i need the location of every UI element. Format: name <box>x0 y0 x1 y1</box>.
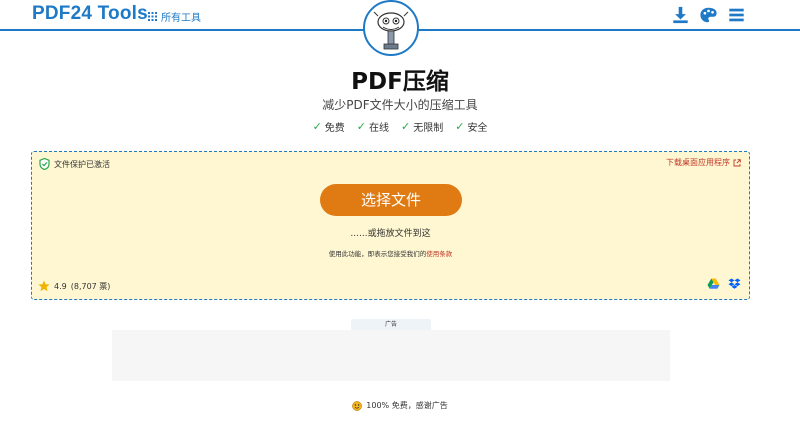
check-icon: ✓ <box>455 120 465 133</box>
check-icon: ✓ <box>401 120 411 133</box>
feature-item: ✓ 在线 <box>356 120 389 134</box>
menu-icon[interactable] <box>727 6 746 24</box>
page-subtitle: 减少PDF文件大小的压缩工具 <box>322 98 478 112</box>
grid-icon <box>148 12 157 21</box>
external-link-icon <box>733 158 741 166</box>
shield-check-icon <box>39 158 50 170</box>
feature-list: ✓ 免费 ✓ 在线 ✓ 无限制 ✓ 安全 <box>0 119 800 134</box>
ad-label: 广告 <box>351 319 431 330</box>
star-icon <box>38 280 50 292</box>
check-icon: ✓ <box>312 120 322 133</box>
rating[interactable]: 4.9 (8,707 票) <box>38 280 110 292</box>
terms-notice: 使用此功能，即表示您接受我们的使用条款 <box>328 250 453 258</box>
terms-link[interactable]: 使用条款 <box>426 250 452 258</box>
rating-value: 4.9 <box>54 281 67 291</box>
mascot-icon <box>373 11 409 50</box>
free-note: 100% 免费，感谢广告 <box>0 400 800 411</box>
file-drop-zone[interactable]: 文件保护已激活 下载桌面应用程序 选择文件 ......或拖放文件到这 使用此功… <box>31 151 750 300</box>
choose-file-button[interactable]: 选择文件 <box>320 184 462 216</box>
download-icon[interactable] <box>671 6 690 24</box>
palette-icon[interactable] <box>699 6 718 24</box>
mascot-logo <box>363 0 419 56</box>
smiley-icon <box>352 400 363 411</box>
drop-hint: ......或拖放文件到这 <box>350 229 431 239</box>
protection-status: 文件保护已激活 <box>39 158 110 170</box>
all-tools-label: 所有工具 <box>161 13 201 24</box>
feature-item: ✓ 无限制 <box>401 120 444 134</box>
desktop-app-link[interactable]: 下载桌面应用程序 <box>666 157 741 168</box>
all-tools-link[interactable]: 所有工具 <box>148 9 201 24</box>
dropbox-icon[interactable] <box>728 278 741 290</box>
check-icon: ✓ <box>356 120 366 133</box>
feature-item: ✓ 免费 <box>312 120 345 134</box>
brand-logo[interactable]: PDF24 Tools <box>32 3 148 25</box>
google-drive-icon[interactable] <box>707 278 720 290</box>
page-title: PDF压缩 <box>351 69 449 95</box>
ad-slot[interactable] <box>112 330 670 381</box>
rating-count: (8,707 票) <box>70 281 111 291</box>
feature-item: ✓ 安全 <box>455 120 488 134</box>
